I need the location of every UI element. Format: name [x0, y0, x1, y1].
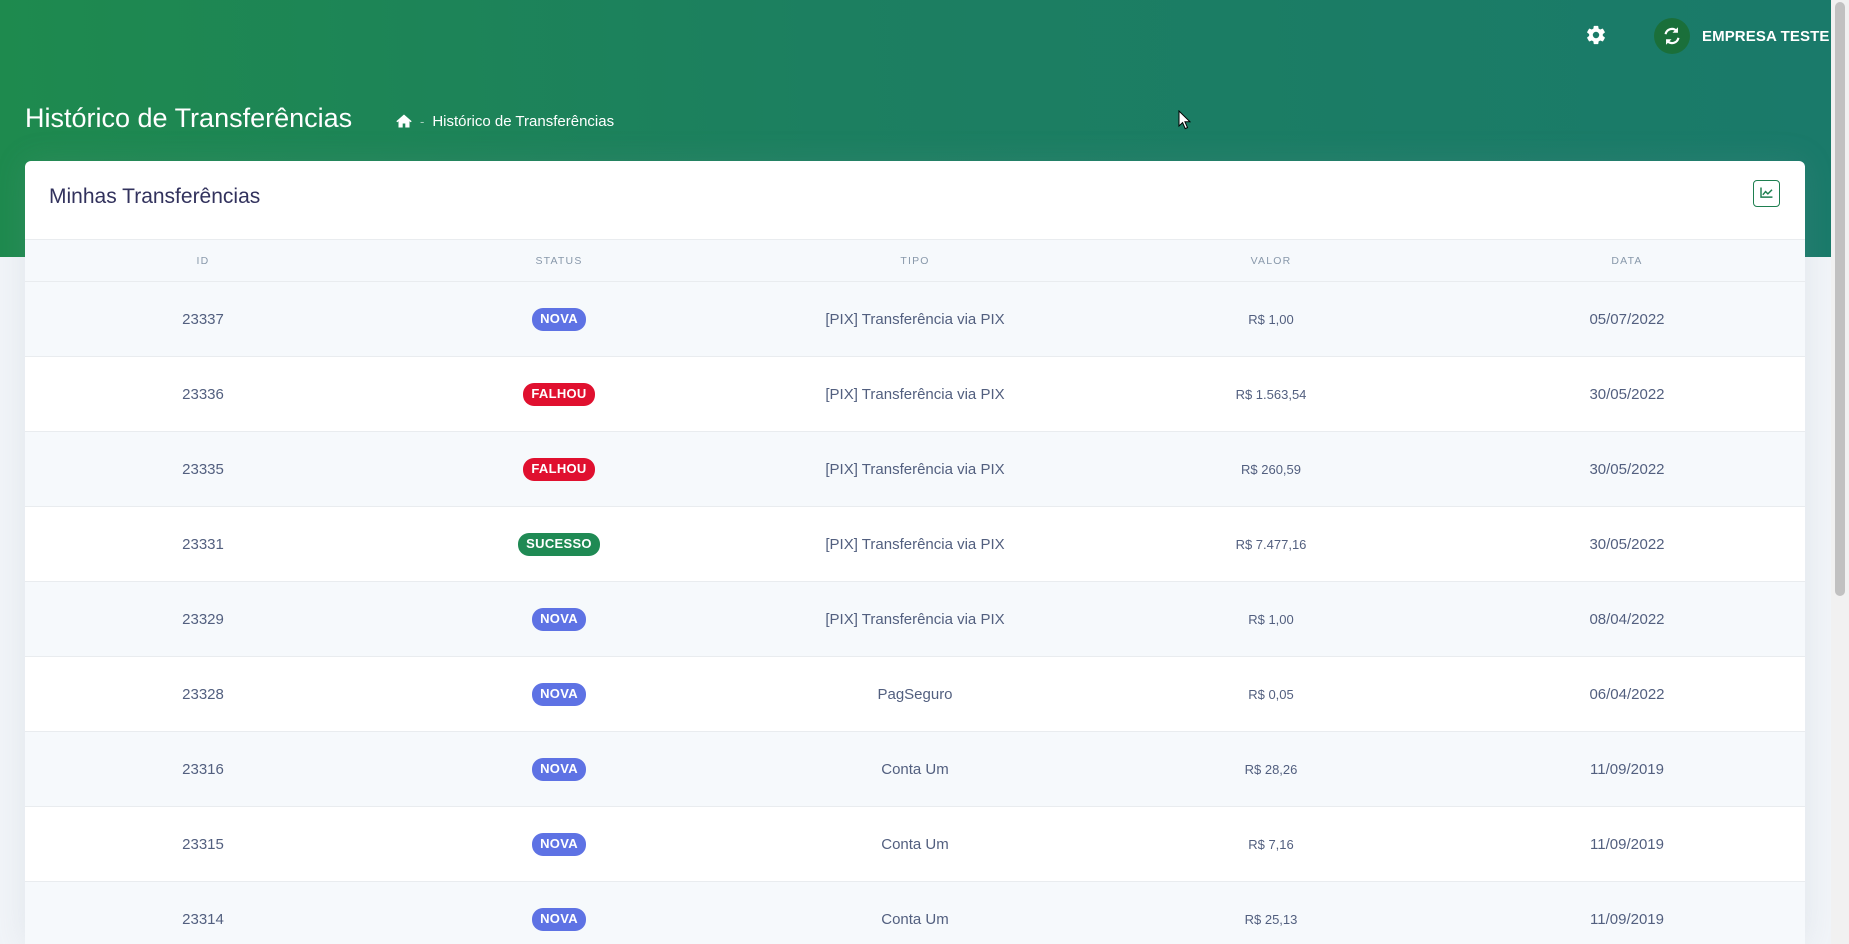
- cell-tipo: Conta Um: [737, 806, 1093, 882]
- cell-status: FALHOU: [381, 431, 737, 507]
- status-badge: NOVA: [532, 757, 586, 781]
- cell-tipo: Conta Um: [737, 881, 1093, 944]
- table-row[interactable]: 23316 NOVA Conta Um R$ 28,26 11/09/2019: [25, 731, 1805, 807]
- cell-valor: R$ 0,05: [1093, 656, 1449, 732]
- cell-data: 05/07/2022: [1449, 281, 1805, 357]
- home-icon[interactable]: [396, 114, 412, 128]
- status-badge: NOVA: [532, 307, 586, 331]
- cell-id: 23329: [25, 581, 381, 657]
- cell-id: 23316: [25, 731, 381, 807]
- cell-id: 23331: [25, 506, 381, 582]
- status-badge: NOVA: [532, 907, 586, 931]
- cell-data: 11/09/2019: [1449, 731, 1805, 807]
- chart-button[interactable]: [1753, 180, 1780, 207]
- page-title: Histórico de Transferências: [25, 103, 353, 133]
- cell-status: NOVA: [381, 881, 737, 944]
- cell-status: NOVA: [381, 731, 737, 807]
- breadcrumb-separator: -: [420, 113, 425, 129]
- column-header-status[interactable]: STATUS: [381, 240, 737, 282]
- transfers-table: ID STATUS TIPO VALOR DATA 23337 NOVA [PIX]…: [25, 240, 1805, 944]
- status-badge: FALHOU: [523, 382, 595, 406]
- cell-tipo: [PIX] Transferência via PIX: [737, 431, 1093, 507]
- column-header-data[interactable]: DATA: [1449, 240, 1805, 282]
- cell-id: 23314: [25, 881, 381, 944]
- cell-valor: R$ 7.477,16: [1093, 506, 1449, 582]
- cell-tipo: PagSeguro: [737, 656, 1093, 732]
- scrollbar-thumb[interactable]: [1835, 2, 1845, 596]
- cell-valor: R$ 260,59: [1093, 431, 1449, 507]
- table-header-row: ID STATUS TIPO VALOR DATA: [25, 240, 1805, 282]
- column-header-id[interactable]: ID: [25, 240, 381, 282]
- user-menu[interactable]: EMPRESA TESTE: [1654, 18, 1829, 54]
- cell-valor: R$ 1,00: [1093, 581, 1449, 657]
- cell-status: NOVA: [381, 281, 737, 357]
- cell-data: 30/05/2022: [1449, 431, 1805, 507]
- cell-data: 30/05/2022: [1449, 356, 1805, 432]
- status-badge: FALHOU: [523, 457, 595, 481]
- column-header-tipo[interactable]: TIPO: [737, 240, 1093, 282]
- cell-data: 06/04/2022: [1449, 656, 1805, 732]
- table-row[interactable]: 23336 FALHOU [PIX] Transferência via PIX R$…: [25, 356, 1805, 432]
- cell-status: NOVA: [381, 656, 737, 732]
- cell-id: 23335: [25, 431, 381, 507]
- cell-valor: R$ 1,00: [1093, 281, 1449, 357]
- status-badge: SUCESSO: [518, 532, 600, 556]
- cell-status: FALHOU: [381, 356, 737, 432]
- cell-id: 23337: [25, 281, 381, 357]
- cell-status: NOVA: [381, 806, 737, 882]
- card-title: Minhas Transferências: [49, 185, 261, 208]
- table-row[interactable]: 23329 NOVA [PIX] Transferência via PIX R$ 1…: [25, 581, 1805, 657]
- cell-tipo: Conta Um: [737, 731, 1093, 807]
- cell-data: 11/09/2019: [1449, 881, 1805, 944]
- page-scrollbar[interactable]: [1831, 0, 1849, 944]
- refresh-logo-icon: [1654, 18, 1690, 54]
- cell-valor: R$ 1.563,54: [1093, 356, 1449, 432]
- breadcrumb: - Histórico de Transferências: [396, 111, 614, 131]
- table-row[interactable]: 23331 SUCESSO [PIX] Transferência via PIX R…: [25, 506, 1805, 582]
- cell-status: NOVA: [381, 581, 737, 657]
- gear-icon[interactable]: [1585, 24, 1607, 46]
- user-name: EMPRESA TESTE: [1702, 27, 1830, 45]
- cell-status: SUCESSO: [381, 506, 737, 582]
- cell-valor: R$ 7,16: [1093, 806, 1449, 882]
- status-badge: NOVA: [532, 832, 586, 856]
- cell-valor: R$ 28,26: [1093, 731, 1449, 807]
- cell-data: 08/04/2022: [1449, 581, 1805, 657]
- cell-id: 23328: [25, 656, 381, 732]
- table-row[interactable]: 23314 NOVA Conta Um R$ 25,13 11/09/2019: [25, 881, 1805, 944]
- cell-data: 11/09/2019: [1449, 806, 1805, 882]
- status-badge: NOVA: [532, 682, 586, 706]
- transfers-card: Minhas Transferências ID STATUS TIPO VAL…: [25, 161, 1805, 944]
- table-row[interactable]: 23337 NOVA [PIX] Transferência via PIX R$ 1…: [25, 281, 1805, 357]
- cell-id: 23336: [25, 356, 381, 432]
- chart-line-icon: [1760, 186, 1773, 201]
- table-row[interactable]: 23315 NOVA Conta Um R$ 7,16 11/09/2019: [25, 806, 1805, 882]
- cell-tipo: [PIX] Transferência via PIX: [737, 281, 1093, 357]
- cell-id: 23315: [25, 806, 381, 882]
- card-header: Minhas Transferências: [25, 161, 1805, 240]
- cell-tipo: [PIX] Transferência via PIX: [737, 356, 1093, 432]
- cell-tipo: [PIX] Transferência via PIX: [737, 506, 1093, 582]
- table-row[interactable]: 23328 NOVA PagSeguro R$ 0,05 06/04/2022: [25, 656, 1805, 732]
- cell-valor: R$ 25,13: [1093, 881, 1449, 944]
- cell-data: 30/05/2022: [1449, 506, 1805, 582]
- breadcrumb-current[interactable]: Histórico de Transferências: [432, 113, 614, 130]
- column-header-valor[interactable]: VALOR: [1093, 240, 1449, 282]
- status-badge: NOVA: [532, 607, 586, 631]
- table-row[interactable]: 23335 FALHOU [PIX] Transferência via PIX R$…: [25, 431, 1805, 507]
- mouse-cursor-icon: [1178, 109, 1192, 130]
- cell-tipo: [PIX] Transferência via PIX: [737, 581, 1093, 657]
